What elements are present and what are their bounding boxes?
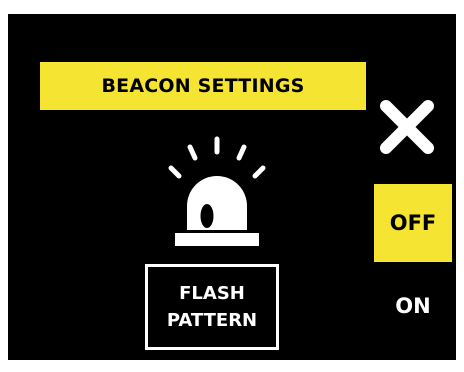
close-button[interactable] [374, 94, 440, 160]
beacon-settings-screen: BEACON SETTINGS FLASH PATTERN OFF ON [8, 14, 456, 360]
off-button[interactable]: OFF [374, 184, 452, 262]
flash-pattern-button[interactable]: FLASH PATTERN [145, 264, 279, 350]
flash-pattern-label-line2: PATTERN [166, 310, 258, 331]
flash-pattern-label-line1: FLASH [179, 283, 245, 304]
on-label: ON [395, 294, 431, 318]
on-button[interactable]: ON [374, 276, 452, 336]
beacon-light-icon [168, 136, 266, 246]
off-label: OFF [389, 211, 437, 235]
close-icon [380, 100, 434, 154]
page-title-text: BEACON SETTINGS [101, 75, 305, 97]
page-title: BEACON SETTINGS [40, 62, 366, 110]
